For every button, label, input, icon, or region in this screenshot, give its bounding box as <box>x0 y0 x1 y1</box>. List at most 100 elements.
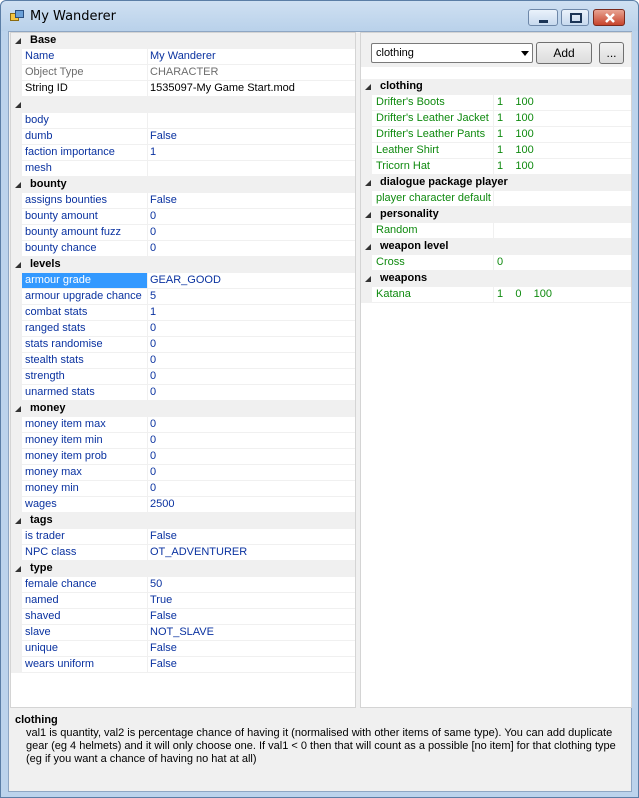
collapse-triangle-icon[interactable] <box>14 37 22 45</box>
property-row[interactable]: body <box>11 113 355 129</box>
property-value[interactable]: True <box>148 593 355 609</box>
property-row[interactable]: Object Type CHARACTER <box>11 65 355 81</box>
property-row[interactable]: stealth stats 0 <box>11 353 355 369</box>
collapse-triangle-icon[interactable] <box>364 83 372 91</box>
category-levels[interactable]: levels <box>11 257 355 273</box>
reference-category-weapon-level[interactable]: weapon level <box>361 239 631 255</box>
reference-value[interactable]: 1 100 <box>494 95 631 111</box>
reference-row[interactable]: Drifter's Leather Jacket 1 100 <box>361 111 631 127</box>
property-value[interactable]: 0 <box>148 321 355 337</box>
property-value[interactable]: 1535097-My Game Start.mod <box>148 81 355 97</box>
property-row[interactable]: money min 0 <box>11 481 355 497</box>
reference-row[interactable]: Katana 1 0 100 <box>361 287 631 303</box>
property-value[interactable]: 0 <box>148 369 355 385</box>
property-value[interactable]: 0 <box>148 241 355 257</box>
property-row[interactable]: money item prob 0 <box>11 449 355 465</box>
property-row[interactable]: money item min 0 <box>11 433 355 449</box>
property-value[interactable]: 0 <box>148 481 355 497</box>
property-row[interactable]: strength 0 <box>11 369 355 385</box>
category-tags[interactable]: tags <box>11 513 355 529</box>
property-row[interactable]: wages 2500 <box>11 497 355 513</box>
property-value[interactable]: False <box>148 609 355 625</box>
property-value[interactable]: 50 <box>148 577 355 593</box>
property-row[interactable]: dumb False <box>11 129 355 145</box>
property-value[interactable]: False <box>148 641 355 657</box>
property-row[interactable]: Name My Wanderer <box>11 49 355 65</box>
property-row[interactable]: shaved False <box>11 609 355 625</box>
reference-type-dropdown[interactable]: clothing <box>371 43 533 63</box>
add-button[interactable]: Add <box>536 42 592 64</box>
property-value[interactable]: CHARACTER <box>148 65 355 81</box>
reference-value[interactable]: 1 100 <box>494 111 631 127</box>
property-row[interactable]: stats randomise 0 <box>11 337 355 353</box>
reference-value[interactable] <box>494 223 631 239</box>
reference-row[interactable]: Drifter's Boots 1 100 <box>361 95 631 111</box>
title-bar[interactable]: My Wanderer <box>1 1 638 31</box>
property-row[interactable]: bounty chance 0 <box>11 241 355 257</box>
property-value[interactable]: My Wanderer <box>148 49 355 65</box>
property-row[interactable]: combat stats 1 <box>11 305 355 321</box>
property-row[interactable]: bounty amount fuzz 0 <box>11 225 355 241</box>
category-base[interactable]: Base <box>11 33 355 49</box>
reference-value[interactable] <box>494 191 631 207</box>
property-value[interactable]: OT_ADVENTURER <box>148 545 355 561</box>
property-row[interactable]: money item max 0 <box>11 417 355 433</box>
property-value[interactable]: False <box>148 529 355 545</box>
property-row[interactable]: NPC class OT_ADVENTURER <box>11 545 355 561</box>
collapse-triangle-icon[interactable] <box>14 517 22 525</box>
reference-value[interactable]: 1 100 <box>494 143 631 159</box>
property-row[interactable]: female chance 50 <box>11 577 355 593</box>
property-value[interactable]: 1 <box>148 305 355 321</box>
property-value[interactable]: 0 <box>148 225 355 241</box>
reference-row[interactable]: Tricorn Hat 1 100 <box>361 159 631 175</box>
more-button[interactable]: ... <box>599 42 624 64</box>
collapse-triangle-icon[interactable] <box>14 565 22 573</box>
reference-row[interactable]: Leather Shirt 1 100 <box>361 143 631 159</box>
property-value[interactable]: False <box>148 193 355 209</box>
reference-row[interactable]: Drifter's Leather Pants 1 100 <box>361 127 631 143</box>
property-row[interactable]: faction importance 1 <box>11 145 355 161</box>
property-row[interactable]: ranged stats 0 <box>11 321 355 337</box>
property-row[interactable]: armour grade GEAR_GOOD <box>11 273 355 289</box>
property-row[interactable]: unique False <box>11 641 355 657</box>
reference-row[interactable]: player character default <box>361 191 631 207</box>
reference-row[interactable]: Cross 0 <box>361 255 631 271</box>
property-value[interactable]: 0 <box>148 417 355 433</box>
minimize-button[interactable] <box>528 9 558 26</box>
reference-value[interactable]: 1 0 100 <box>494 287 631 303</box>
reference-value[interactable]: 1 100 <box>494 159 631 175</box>
property-value[interactable]: 0 <box>148 353 355 369</box>
collapse-triangle-icon[interactable] <box>14 405 22 413</box>
reference-category-weapons[interactable]: weapons <box>361 271 631 287</box>
property-row[interactable]: money max 0 <box>11 465 355 481</box>
reference-row[interactable]: Random <box>361 223 631 239</box>
reference-value[interactable]: 0 <box>494 255 631 271</box>
property-value[interactable] <box>148 113 355 129</box>
property-row[interactable]: named True <box>11 593 355 609</box>
property-row[interactable]: mesh <box>11 161 355 177</box>
reference-value[interactable]: 1 100 <box>494 127 631 143</box>
property-row[interactable]: is trader False <box>11 529 355 545</box>
category-money[interactable]: money <box>11 401 355 417</box>
category-bounty[interactable]: bounty <box>11 177 355 193</box>
property-row[interactable]: assigns bounties False <box>11 193 355 209</box>
property-value[interactable]: False <box>148 657 355 673</box>
property-value[interactable]: 0 <box>148 465 355 481</box>
collapse-triangle-icon[interactable] <box>14 101 22 109</box>
category-type[interactable]: type <box>11 561 355 577</box>
reference-category-clothing[interactable]: clothing <box>361 79 631 95</box>
property-value[interactable]: 2500 <box>148 497 355 513</box>
property-value[interactable]: 0 <box>148 433 355 449</box>
property-value[interactable]: 0 <box>148 385 355 401</box>
maximize-button[interactable] <box>561 9 589 26</box>
collapse-triangle-icon[interactable] <box>364 275 372 283</box>
property-row[interactable]: String ID 1535097-My Game Start.mod <box>11 81 355 97</box>
property-row[interactable]: slave NOT_SLAVE <box>11 625 355 641</box>
category-unnamed[interactable] <box>11 97 355 113</box>
property-grid[interactable]: Base Name My Wanderer Object Type CHARACTER S… <box>10 32 356 708</box>
property-value[interactable]: 1 <box>148 145 355 161</box>
property-value[interactable]: NOT_SLAVE <box>148 625 355 641</box>
collapse-triangle-icon[interactable] <box>364 211 372 219</box>
collapse-triangle-icon[interactable] <box>14 261 22 269</box>
property-row[interactable]: bounty amount 0 <box>11 209 355 225</box>
